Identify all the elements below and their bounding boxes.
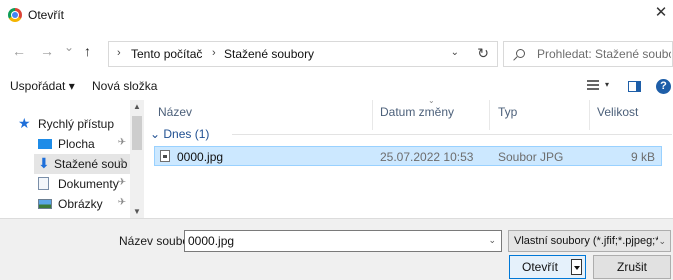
dialog-footer: Název souboru: ⌄ Vlastní soubory (*.jfif…: [0, 218, 673, 280]
desktop-icon: [38, 139, 52, 149]
sidebar-item-label: Obrázky: [58, 197, 103, 211]
up-button[interactable]: ↑: [84, 43, 91, 59]
new-folder-button[interactable]: Nová složka: [92, 79, 157, 93]
divider: [232, 134, 672, 135]
preview-pane-icon[interactable]: [628, 81, 641, 92]
sidebar-item-quick-access[interactable]: ★ Rychlý přístup: [18, 114, 128, 134]
chrome-icon: [8, 8, 22, 22]
search-box[interactable]: [503, 41, 673, 67]
sidebar-item-label: Dokumenty: [58, 177, 119, 191]
filename-field[interactable]: [188, 234, 478, 248]
star-icon: ★: [18, 115, 31, 131]
view-options-icon[interactable]: [587, 80, 599, 92]
breadcrumb-this-pc[interactable]: Tento počítač: [131, 47, 202, 61]
chevron-down-icon: ⌄: [658, 236, 666, 246]
search-input[interactable]: [537, 47, 671, 61]
image-file-icon: [160, 150, 170, 162]
file-type: Soubor JPG: [498, 150, 564, 164]
command-toolbar: Uspořádat ▾ Nová složka ▾ ?: [0, 74, 673, 100]
navigation-pane: ★ Rychlý přístup Plocha ✈ ⬇ Stažené soub…: [0, 100, 144, 218]
filetype-value: Vlastní soubory (*.jfif;*.pjpeg;*.jpeg;*…: [514, 235, 658, 247]
column-divider[interactable]: [589, 100, 590, 130]
back-button[interactable]: ←: [12, 43, 26, 59]
file-date: 25.07.2022 10:53: [380, 150, 474, 164]
group-header-today[interactable]: ⌄ Dnes (1): [150, 127, 209, 141]
pin-icon: ✈: [117, 197, 126, 208]
column-divider[interactable]: [489, 100, 490, 130]
breadcrumb-downloads[interactable]: Stažené soubory: [224, 47, 314, 61]
filename-combobox[interactable]: ⌄: [184, 230, 502, 252]
scroll-down-icon[interactable]: ▼: [133, 207, 141, 216]
sidebar-item-desktop[interactable]: Plocha ✈: [38, 134, 130, 154]
navigation-bar: ← → ⌄ ↑ › Tento počítač › Stažené soubor…: [0, 36, 673, 70]
sidebar-item-label: Stažené soub: [54, 157, 128, 171]
search-icon: [516, 49, 525, 58]
sidebar-scrollbar[interactable]: ▲ ▼: [130, 100, 144, 218]
column-header-date[interactable]: Datum změny: [380, 105, 454, 119]
pin-icon: ✈: [117, 177, 126, 188]
chevron-down-icon[interactable]: ⌄: [451, 47, 459, 58]
column-header-type[interactable]: Typ: [498, 105, 517, 119]
download-icon: ⬇: [38, 155, 50, 171]
file-size: 9 kB: [630, 150, 655, 164]
sidebar-item-label: Plocha: [58, 137, 95, 151]
column-header-size[interactable]: Velikost: [597, 105, 638, 119]
column-divider[interactable]: [372, 100, 373, 130]
recent-locations-button[interactable]: ⌄: [64, 40, 74, 54]
forward-button[interactable]: →: [40, 43, 54, 59]
organize-button[interactable]: Uspořádat ▾: [10, 79, 75, 93]
scroll-thumb[interactable]: [132, 116, 142, 150]
table-row[interactable]: 0000.jpg 25.07.2022 10:53 Soubor JPG 9 k…: [154, 146, 662, 166]
window-title: Otevřít: [28, 8, 65, 22]
documents-icon: [38, 177, 49, 190]
sidebar-item-downloads[interactable]: ⬇ Stažené soub ✈: [34, 154, 130, 174]
cancel-button[interactable]: Zrušit: [593, 255, 671, 279]
pin-icon: ✈: [117, 157, 126, 168]
chevron-right-icon: ›: [212, 47, 216, 59]
refresh-icon[interactable]: ↻: [477, 45, 489, 62]
file-name: 0000.jpg: [177, 150, 224, 164]
address-bar[interactable]: › Tento počítač › Stažené soubory ⌄ ↻: [108, 41, 498, 67]
open-button[interactable]: Otevřít: [509, 255, 586, 279]
pin-icon: ✈: [117, 137, 126, 148]
title-bar: Otevřít ✕: [0, 0, 673, 30]
filetype-select[interactable]: Vlastní soubory (*.jfif;*.pjpeg;*.jpeg;*…: [508, 230, 671, 252]
sidebar-item-pictures[interactable]: Obrázky ✈: [38, 194, 130, 214]
sidebar-item-documents[interactable]: Dokumenty ✈: [38, 174, 130, 194]
group-label: Dnes (1): [163, 127, 210, 141]
open-options-dropdown[interactable]: [571, 259, 582, 275]
chevron-down-icon[interactable]: ▾: [605, 80, 609, 89]
scroll-up-icon[interactable]: ▲: [133, 102, 141, 111]
close-button[interactable]: ✕: [649, 0, 673, 28]
pictures-icon: [38, 199, 52, 209]
file-list: ⌄ Název Datum změny Typ Velikost ⌄ Dnes …: [144, 96, 673, 218]
column-header-name[interactable]: Název: [158, 105, 192, 119]
help-icon[interactable]: ?: [656, 79, 671, 94]
chevron-down-icon[interactable]: ⌄: [488, 235, 496, 246]
sort-indicator-icon: ⌄: [428, 96, 435, 105]
sidebar-item-label: Rychlý přístup: [38, 117, 115, 131]
chevron-right-icon: ›: [117, 47, 121, 59]
open-button-label[interactable]: Otevřít: [510, 256, 570, 278]
